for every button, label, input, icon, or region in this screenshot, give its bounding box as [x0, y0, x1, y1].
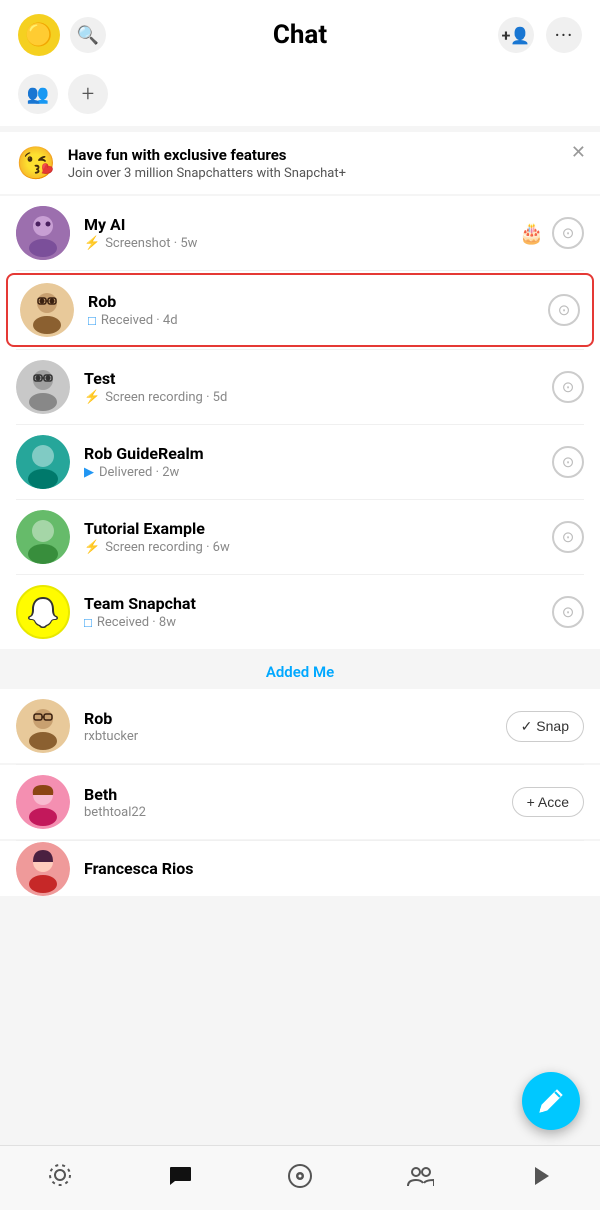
birthday-icon: 🎂 — [519, 221, 544, 245]
chat-item-rob[interactable]: Rob □ Received · 4d ⊙ — [6, 273, 594, 347]
more-options-button[interactable]: ··· — [546, 17, 582, 53]
chat-name: Team Snapchat — [84, 594, 552, 613]
chat-status: □ Received · 8w — [84, 615, 552, 631]
promo-emoji: 😘 — [16, 144, 56, 182]
add-friend-button[interactable]: +👤 — [498, 17, 534, 53]
snap-button[interactable]: ✓ Snap — [506, 711, 584, 742]
status-text: Received · 8w — [97, 615, 176, 630]
avatar-rob-guiderealm — [16, 435, 70, 489]
friend-info-beth: Beth bethtoal22 — [84, 785, 512, 820]
chat-name: Test — [84, 369, 552, 388]
chat-info-tutorial: Tutorial Example ⚡ Screen recording · 6w — [84, 519, 552, 555]
camera-button[interactable]: ⊙ — [548, 294, 580, 326]
chat-action-test: ⊙ — [552, 371, 584, 403]
avatar-tutorial — [16, 510, 70, 564]
camera-button[interactable]: ⊙ — [552, 217, 584, 249]
camera-button[interactable]: ⊙ — [552, 371, 584, 403]
avatar-team-snapchat — [16, 585, 70, 639]
avatar-my-ai — [16, 206, 70, 260]
status-text: Screenshot · 5w — [105, 236, 197, 251]
status-text: Delivered · 2w — [99, 465, 179, 480]
nav-friends[interactable] — [395, 1156, 445, 1196]
nav-chat[interactable] — [155, 1156, 205, 1196]
avatar-beth — [16, 775, 70, 829]
friend-item-rob[interactable]: Rob rxbtucker ✓ Snap — [0, 689, 600, 763]
status-text: Screen recording · 6w — [105, 540, 230, 555]
groups-button[interactable]: 👥 — [18, 74, 58, 114]
nav-map[interactable] — [35, 1156, 85, 1196]
friend-handle: bethtoal22 — [84, 805, 512, 820]
promo-subtitle: Join over 3 million Snapchatters with Sn… — [68, 166, 584, 181]
camera-button[interactable]: ⊙ — [552, 521, 584, 553]
avatar-test — [16, 360, 70, 414]
status-text: Screen recording · 5d — [105, 390, 227, 405]
promo-close-button[interactable]: ✕ — [571, 142, 586, 163]
promo-title: Have fun with exclusive features — [68, 146, 584, 164]
added-me-label: Added Me — [0, 649, 600, 689]
chat-item-rob-guiderealm[interactable]: Rob GuideRealm ▶ Delivered · 2w ⊙ — [0, 425, 600, 499]
chat-list: My AI ⚡ Screenshot · 5w 🎂 ⊙ — [0, 196, 600, 649]
chat-action-rob-guiderealm: ⊙ — [552, 446, 584, 478]
chat-status: ▶ Delivered · 2w — [84, 465, 552, 480]
chat-info-team-snapchat: Team Snapchat □ Received · 8w — [84, 594, 552, 631]
chat-item-tutorial[interactable]: Tutorial Example ⚡ Screen recording · 6w… — [0, 500, 600, 574]
chat-name: Rob GuideRealm — [84, 444, 552, 463]
new-chat-button[interactable]: + — [68, 74, 108, 114]
friend-handle: rxbtucker — [84, 729, 506, 744]
friend-name: Rob — [84, 709, 506, 728]
title-text: Chat — [273, 20, 327, 50]
user-avatar[interactable]: 🟡 — [18, 14, 60, 56]
app-container: 🟡 🔍 Chat +👤 ··· 👥 + 😘 Have fun with excl… — [0, 0, 600, 977]
chat-info-my-ai: My AI ⚡ Screenshot · 5w — [84, 215, 519, 251]
status-icon: □ — [88, 313, 96, 329]
friend-info-rob: Rob rxbtucker — [84, 709, 506, 744]
status-icon: ⚡ — [84, 236, 100, 251]
friend-item-beth[interactable]: Beth bethtoal22 + Acce — [0, 765, 600, 839]
chat-status: ⚡ Screen recording · 6w — [84, 540, 552, 555]
page-title: Chat — [273, 20, 327, 50]
chat-action-team-snapchat: ⊙ — [552, 596, 584, 628]
promo-text: Have fun with exclusive features Join ov… — [68, 146, 584, 181]
chat-status: ⚡ Screen recording · 5d — [84, 390, 552, 405]
chat-item-my-ai[interactable]: My AI ⚡ Screenshot · 5w 🎂 ⊙ — [0, 196, 600, 270]
chat-info-rob-guiderealm: Rob GuideRealm ▶ Delivered · 2w — [84, 444, 552, 480]
chat-status: □ Received · 4d — [88, 313, 548, 329]
chat-item-test[interactable]: Test ⚡ Screen recording · 5d ⊙ — [0, 350, 600, 424]
chat-name: Rob — [88, 292, 548, 311]
avatar-francesca — [16, 842, 70, 896]
compose-button[interactable] — [522, 1072, 580, 1130]
chat-info-rob: Rob □ Received · 4d — [88, 292, 548, 329]
promo-banner: 😘 Have fun with exclusive features Join … — [0, 132, 600, 194]
header: 🟡 🔍 Chat +👤 ··· — [0, 0, 600, 66]
camera-button[interactable]: ⊙ — [552, 446, 584, 478]
camera-button[interactable]: ⊙ — [552, 596, 584, 628]
status-icon: ▶ — [84, 465, 94, 480]
chat-action-tutorial: ⊙ — [552, 521, 584, 553]
avatar-rob — [20, 283, 74, 337]
sub-header: 👥 + — [0, 66, 600, 126]
chat-action-rob: ⊙ — [548, 294, 580, 326]
chat-name: Tutorial Example — [84, 519, 552, 538]
chat-status: ⚡ Screenshot · 5w — [84, 236, 519, 251]
status-icon: □ — [84, 615, 92, 631]
search-button[interactable]: 🔍 — [70, 17, 106, 53]
friend-name: Francesca Rios — [84, 859, 500, 878]
friend-name: Beth — [84, 785, 512, 804]
friend-item-francesca[interactable]: Francesca Rios + Accept — [0, 841, 600, 896]
accept-button[interactable]: + Acce — [512, 787, 584, 817]
nav-stories[interactable] — [515, 1156, 565, 1196]
status-text: Received · 4d — [101, 313, 178, 328]
status-icon: ⚡ — [84, 390, 100, 405]
chat-item-team-snapchat[interactable]: Team Snapchat □ Received · 8w ⊙ — [0, 575, 600, 649]
chat-name: My AI — [84, 215, 519, 234]
chat-info-test: Test ⚡ Screen recording · 5d — [84, 369, 552, 405]
avatar-rob-added — [16, 699, 70, 753]
nav-camera[interactable] — [275, 1156, 325, 1196]
status-icon: ⚡ — [84, 540, 100, 555]
chat-action-my-ai: 🎂 ⊙ — [519, 217, 584, 249]
friend-info-francesca: Francesca Rios — [84, 859, 500, 878]
bottom-nav — [0, 1145, 600, 1210]
